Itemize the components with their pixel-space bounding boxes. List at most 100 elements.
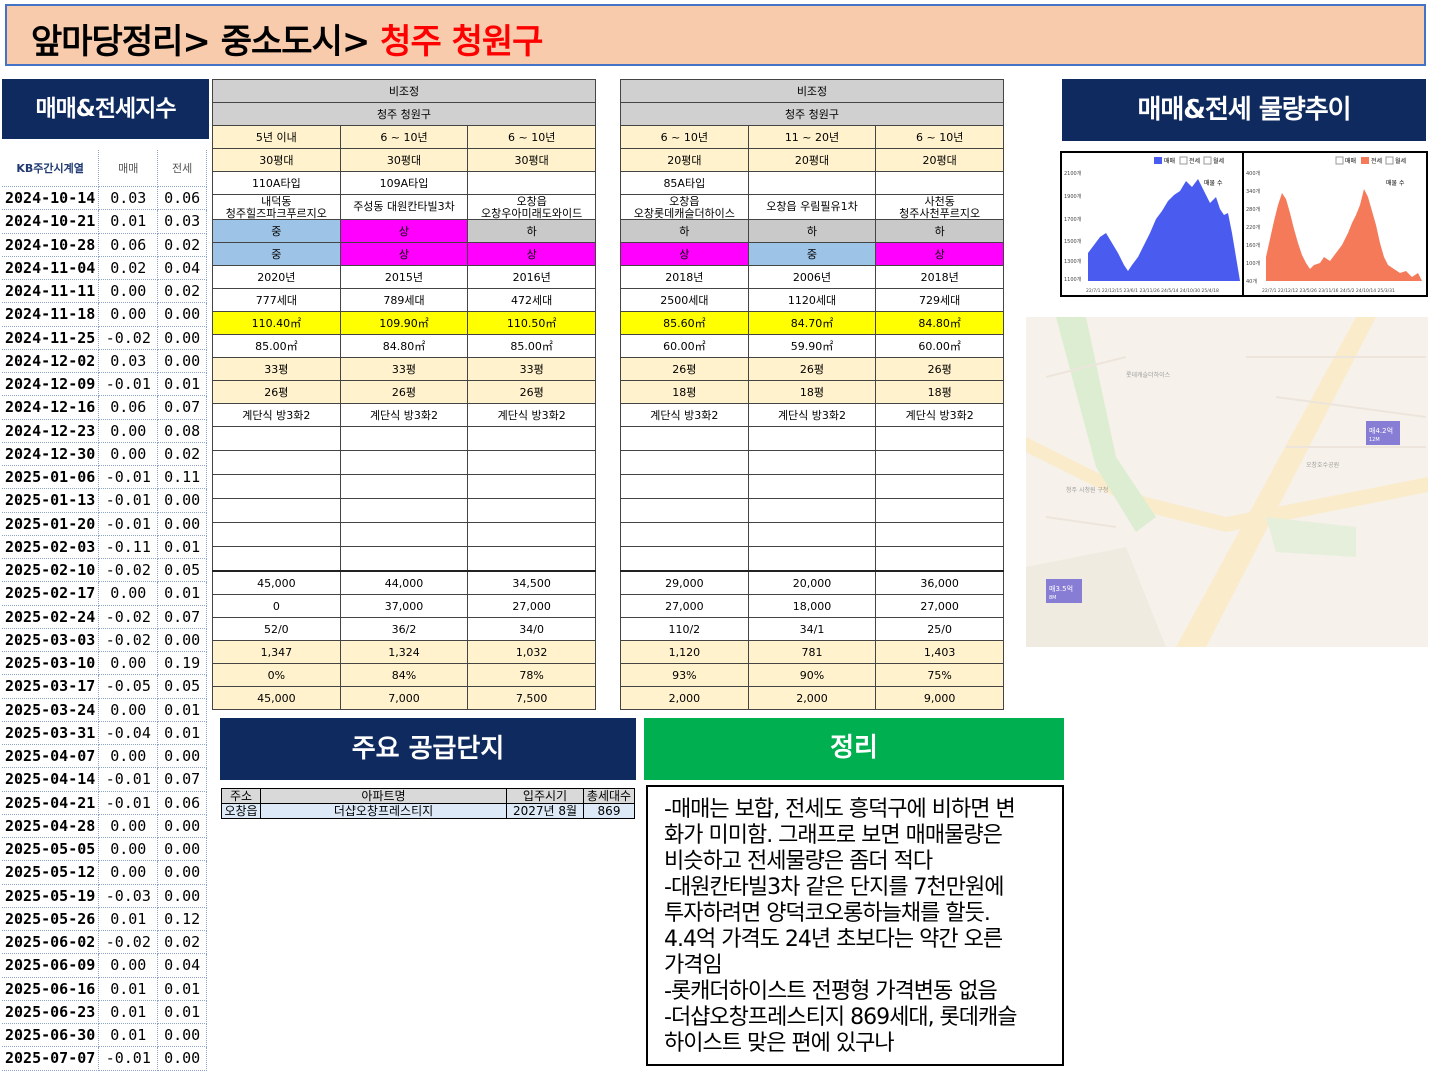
kb-sale-change: 0.00 <box>98 814 159 839</box>
chart1-ytick: 1700개 <box>1064 216 1082 223</box>
gap-cell: 7,500 <box>467 686 596 710</box>
chart2-ytick: 220개 <box>1246 224 1261 231</box>
listings-cell: 36/2 <box>339 617 469 641</box>
listings-cell: 34/0 <box>467 617 596 641</box>
kb-index-table: KB주간시계열 매매 전세 2024-10-14 0.03 0.06 2024-10-… <box>2 150 207 1071</box>
kb-index-row: 2024-11-18 0.00 0.00 <box>2 302 207 327</box>
jeonse-ratio-cell: 84% <box>339 663 469 687</box>
grade2-cell: 상 <box>467 242 596 266</box>
chart1-ytick: 1100개 <box>1064 276 1082 283</box>
complex-cell: 주성동 대원칸타빌3차 <box>339 194 469 220</box>
chart2-ytick: 40개 <box>1246 278 1257 285</box>
empty-cell <box>339 546 469 572</box>
kb-date: 2024-10-14 <box>2 186 100 211</box>
legend-swatch-jeonse <box>1179 156 1188 165</box>
gap-cell: 2,000 <box>747 686 877 710</box>
exclusive-area-cell: 60.00㎡ <box>620 334 749 358</box>
structure-cell: 계단식 방3화2 <box>467 403 596 427</box>
summary-header: 정리 <box>644 718 1064 780</box>
kb-jeonse-change: 0.00 <box>157 1046 207 1071</box>
kb-sale-change: 0.00 <box>98 837 159 862</box>
grade1-cell: 중 <box>212 219 341 243</box>
complex-cell: 오창읍 오창롯데캐슬더하이스 <box>620 194 749 220</box>
size-cell: 30평대 <box>339 148 469 172</box>
location-map[interactable]: 청주 시청원 구청 오창호수공원 롯데캐슬더하이스 매4.2억 12M 매3.5… <box>1026 317 1428 647</box>
legend-sale: 매매 <box>1345 157 1356 165</box>
kb-jeonse-change: 0.00 <box>157 884 207 908</box>
empty-cell <box>875 450 1004 475</box>
complex-name: 오창롯데캐슬더하이스 <box>633 206 735 220</box>
gap-cell: 9,000 <box>875 686 1004 710</box>
grade2-cell: 중 <box>747 242 877 266</box>
kb-date: 2025-03-17 <box>2 674 100 699</box>
jeonse-ratio-cell: 75% <box>875 663 1004 687</box>
kb-date: 2024-12-16 <box>2 395 100 420</box>
supply-name: 더샵오창프레스티지 <box>260 803 507 819</box>
year-cell: 2020년 <box>212 265 341 289</box>
kb-sale-change: -0.05 <box>98 674 159 699</box>
legend-swatch-jeonse <box>1361 157 1369 164</box>
supply-area-cell: 110.50㎡ <box>467 311 596 335</box>
kb-sale-change: 0.00 <box>98 581 159 606</box>
supply-move-in: 2027년 8월 <box>506 803 584 819</box>
kb-date: 2025-06-23 <box>2 1000 100 1025</box>
legend-jeonse: 전세 <box>1189 157 1200 165</box>
year-cell: 2006년 <box>747 265 877 289</box>
jeonse-price-cell: 37,000 <box>339 594 469 618</box>
kb-sale-change: -0.11 <box>98 535 159 560</box>
households-cell: 1120세대 <box>747 288 877 312</box>
kb-date: 2025-07-07 <box>2 1046 100 1071</box>
complex-cell: 오창읍 우림필유1차 <box>747 194 877 220</box>
kb-sale-change: -0.02 <box>98 558 159 583</box>
supply-col-address: 주소 <box>221 788 261 804</box>
kb-jeonse-change: 0.01 <box>157 535 207 560</box>
kb-date: 2025-01-06 <box>2 465 100 490</box>
supply-pyeong-cell: 33평 <box>467 357 596 381</box>
kb-sale-change: 0.01 <box>98 1000 159 1025</box>
age-cell: 6 ~ 10년 <box>875 125 1004 149</box>
kb-index-row: 2025-05-05 0.00 0.00 <box>2 837 207 862</box>
age-cell: 6 ~ 10년 <box>620 125 749 149</box>
kb-index-row: 2025-03-03 -0.02 0.00 <box>2 628 207 653</box>
supply-pyeong-cell: 33평 <box>339 357 469 381</box>
structure-cell: 계단식 방3화2 <box>620 403 749 427</box>
type-cell: 110A타입 <box>212 171 341 195</box>
kb-index-row: 2025-06-16 0.01 0.01 <box>2 977 207 1001</box>
complex-cell: 사천동 청주사천푸르지오 <box>875 194 1004 220</box>
col-date-header: KB주간시계열 <box>2 150 100 187</box>
exclusive-pyeong-cell: 18평 <box>875 380 1004 404</box>
page-title: 앞마당정리> 중소도시> 청주 청원구 <box>5 4 1426 66</box>
complex-name: 청주힐즈파크푸르지오 <box>225 206 327 220</box>
kb-index-row: 2025-05-12 0.00 0.00 <box>2 860 207 885</box>
empty-cell <box>339 450 469 475</box>
exclusive-pyeong-cell: 26평 <box>212 380 341 404</box>
kb-index-row: 2024-12-30 0.00 0.02 <box>2 442 207 467</box>
kb-sale-change: -0.01 <box>98 488 159 513</box>
empty-cell <box>747 426 877 451</box>
empty-cell <box>212 474 341 499</box>
kb-date: 2024-11-25 <box>2 326 100 350</box>
size-cell: 20평대 <box>747 148 877 172</box>
kb-sale-change: -0.02 <box>98 326 159 350</box>
kb-sale-change: 0.00 <box>98 860 159 885</box>
sale-price-cell: 29,000 <box>620 570 749 595</box>
kb-jeonse-change: 0.02 <box>157 442 207 467</box>
empty-cell <box>212 450 341 475</box>
kb-index-row: 2024-12-23 0.00 0.08 <box>2 419 207 443</box>
col-sale-header: 매매 <box>98 150 159 187</box>
kb-index-row: 2025-04-28 0.00 0.00 <box>2 814 207 839</box>
empty-cell <box>467 426 596 451</box>
year-cell: 2018년 <box>875 265 1004 289</box>
empty-cell <box>467 522 596 547</box>
jeonse-price-cell: 27,000 <box>620 594 749 618</box>
kb-date: 2024-12-30 <box>2 442 100 467</box>
trend-header: 매매&전세 물량추이 <box>1062 79 1426 141</box>
empty-cell <box>467 546 596 572</box>
kb-jeonse-change: 0.08 <box>157 419 207 443</box>
kb-date: 2025-02-03 <box>2 535 100 560</box>
supply-pyeong-cell: 26평 <box>620 357 749 381</box>
kb-index-row: 2025-03-10 0.00 0.19 <box>2 651 207 676</box>
listings-cell: 25/0 <box>875 617 1004 641</box>
kb-jeonse-change: 0.01 <box>157 698 207 722</box>
supply-households: 869 <box>583 803 635 819</box>
